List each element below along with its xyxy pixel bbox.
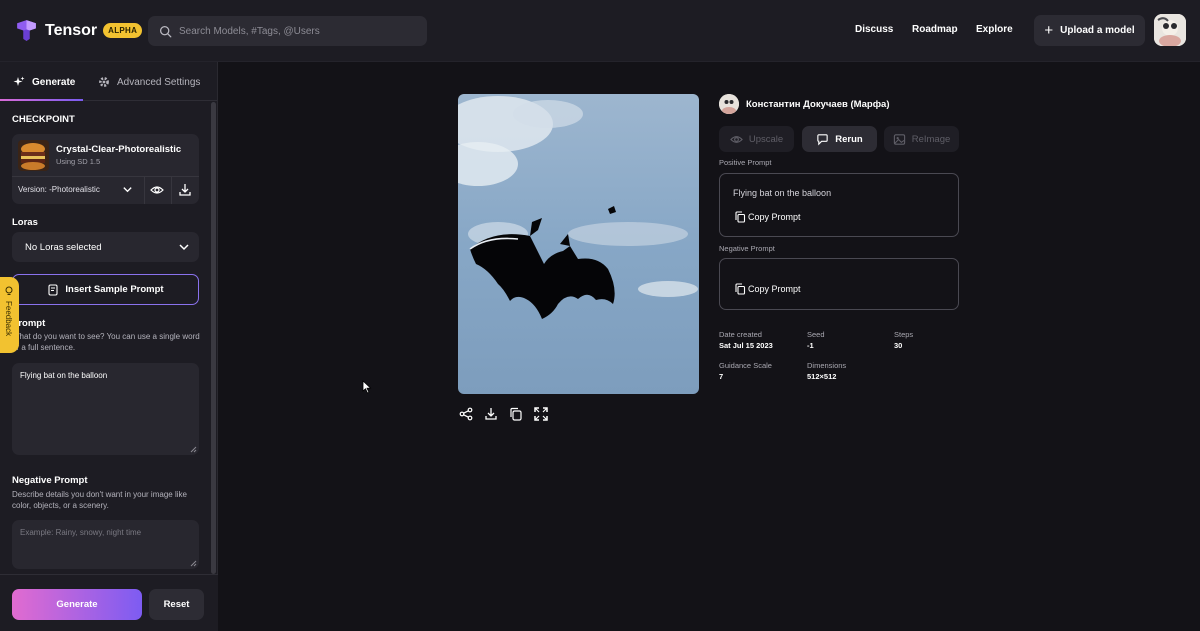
copy-negative-prompt-button[interactable]: Copy Prompt xyxy=(734,283,801,295)
lightbulb-icon xyxy=(5,286,13,295)
tab-generate[interactable]: Generate xyxy=(13,76,75,88)
reimage-button[interactable]: ReImage xyxy=(884,126,959,152)
tab-advanced-label: Advanced Settings xyxy=(117,76,201,88)
seed-value: -1 xyxy=(807,341,814,350)
author-avatar xyxy=(719,94,739,114)
guidance-scale-value: 7 xyxy=(719,372,724,381)
rerun-label: Rerun xyxy=(835,133,863,145)
upscale-button[interactable]: Upscale xyxy=(719,126,794,152)
generate-button[interactable]: Generate xyxy=(12,589,142,620)
date-created-label: Date created xyxy=(719,330,762,339)
sidebar-footer: Generate Reset xyxy=(0,574,218,631)
generate-sidebar: Generate Advanced Settings CHECKPOINT Cr… xyxy=(0,62,218,631)
tensor-logo-icon xyxy=(17,20,36,41)
feedback-label: Feedback xyxy=(4,301,13,337)
version-select[interactable]: Version: -Photorealistic xyxy=(18,185,100,194)
divider xyxy=(171,177,172,204)
fullscreen-icon[interactable] xyxy=(534,407,548,421)
checkpoint-base-model: Using SD 1.5 xyxy=(56,157,101,166)
rerun-button[interactable]: Rerun xyxy=(802,126,877,152)
avatar-image xyxy=(1154,14,1186,46)
copy-icon xyxy=(735,211,746,223)
sparkle-icon xyxy=(13,76,25,86)
dimensions-label: Dimensions xyxy=(807,361,847,370)
chat-refresh-icon xyxy=(817,133,828,145)
loras-value: No Loras selected xyxy=(25,241,102,253)
copy-prompt-label: Copy Prompt xyxy=(748,284,801,294)
dimensions-value: 512×512 xyxy=(807,372,837,381)
copy-icon[interactable] xyxy=(509,407,523,421)
negative-prompt-label: Negative Prompt xyxy=(719,244,775,253)
resize-grip-icon[interactable] xyxy=(190,446,197,453)
nav-discuss[interactable]: Discuss xyxy=(855,24,893,35)
share-icon[interactable] xyxy=(459,407,473,421)
sidebar-scrollbar[interactable] xyxy=(211,102,216,574)
upload-model-label: Upload a model xyxy=(1060,25,1135,36)
chevron-down-icon xyxy=(179,244,189,251)
plus-icon: + xyxy=(1044,22,1054,39)
negative-prompt-description: Describe details you don't want in your … xyxy=(12,490,187,510)
search-icon xyxy=(159,25,172,37)
brand-name: Tensor xyxy=(45,21,98,39)
resize-grip-icon[interactable] xyxy=(190,560,197,567)
reset-button[interactable]: Reset xyxy=(149,589,204,620)
date-created-value: Sat Jul 15 2023 xyxy=(719,341,773,350)
prompt-value: Flying bat on the balloon xyxy=(20,371,108,380)
image-icon xyxy=(893,133,905,145)
top-header: Tensor ALPHA Discuss Roadmap Explore + U… xyxy=(0,0,1200,62)
checkpoint-title: CHECKPOINT xyxy=(12,114,75,125)
positive-prompt-text: Flying bat on the balloon xyxy=(733,188,832,198)
author-row[interactable]: Константин Докучаев (Марфа) xyxy=(719,94,890,114)
document-icon xyxy=(48,283,58,296)
checkpoint-name: Crystal-Clear-Photorealistic xyxy=(56,144,182,155)
eye-icon xyxy=(729,135,743,143)
upscale-label: Upscale xyxy=(748,133,784,145)
seed-label: Seed xyxy=(807,330,825,339)
prompt-description: What do you want to see? You can use a s… xyxy=(12,332,200,352)
tab-generate-label: Generate xyxy=(32,76,76,88)
loras-select[interactable]: No Loras selected xyxy=(12,232,199,262)
negative-prompt-placeholder: Example: Rainy, snowy, night time xyxy=(20,528,142,537)
negative-prompt-textarea[interactable]: Example: Rainy, snowy, night time xyxy=(12,520,199,569)
download-icon[interactable] xyxy=(484,407,498,421)
search-input[interactable] xyxy=(179,25,419,37)
copy-icon xyxy=(735,283,746,295)
positive-prompt-label: Positive Prompt xyxy=(719,158,772,167)
upload-model-button[interactable]: + Upload a model xyxy=(1034,15,1145,46)
prompt-textarea[interactable]: Flying bat on the balloon xyxy=(12,363,199,455)
divider xyxy=(144,177,145,204)
nav-roadmap[interactable]: Roadmap xyxy=(912,24,958,35)
bat-balloon-image xyxy=(458,94,699,394)
gear-icon xyxy=(99,77,109,87)
reimage-label: ReImage xyxy=(911,133,951,145)
checkpoint-card[interactable]: Crystal-Clear-Photorealistic Using SD 1.… xyxy=(12,134,199,204)
alpha-badge: ALPHA xyxy=(103,23,143,38)
mouse-cursor-icon xyxy=(362,380,372,394)
guidance-scale-label: Guidance Scale xyxy=(719,361,772,370)
user-avatar[interactable] xyxy=(1154,14,1186,46)
nav-explore[interactable]: Explore xyxy=(976,24,1013,35)
sidebar-tabs: Generate Advanced Settings xyxy=(0,62,217,101)
chevron-down-icon[interactable] xyxy=(122,184,133,195)
loras-title: Loras xyxy=(12,217,38,228)
steps-label: Steps xyxy=(894,330,914,339)
search-bar[interactable] xyxy=(148,16,427,46)
download-icon[interactable] xyxy=(178,183,192,197)
negative-prompt-box: Copy Prompt xyxy=(719,258,959,310)
eye-icon[interactable] xyxy=(150,183,164,197)
tab-advanced-settings[interactable]: Advanced Settings xyxy=(98,76,200,88)
active-tab-indicator xyxy=(0,99,83,101)
positive-prompt-box: Flying bat on the balloon Copy Prompt xyxy=(719,173,959,237)
insert-sample-prompt-label: Insert Sample Prompt xyxy=(65,284,164,295)
feedback-tab[interactable]: Feedback xyxy=(0,277,19,353)
checkpoint-thumbnail xyxy=(18,140,49,171)
logo[interactable]: Tensor ALPHA xyxy=(14,18,143,43)
copy-prompt-label: Copy Prompt xyxy=(748,212,801,222)
steps-value: 30 xyxy=(894,341,903,350)
negative-prompt-title: Negative Prompt xyxy=(12,475,88,486)
copy-positive-prompt-button[interactable]: Copy Prompt xyxy=(734,211,801,223)
insert-sample-prompt-button[interactable]: Insert Sample Prompt xyxy=(12,274,199,305)
generated-image[interactable] xyxy=(458,94,699,394)
author-name: Константин Докучаев (Марфа) xyxy=(746,98,890,110)
